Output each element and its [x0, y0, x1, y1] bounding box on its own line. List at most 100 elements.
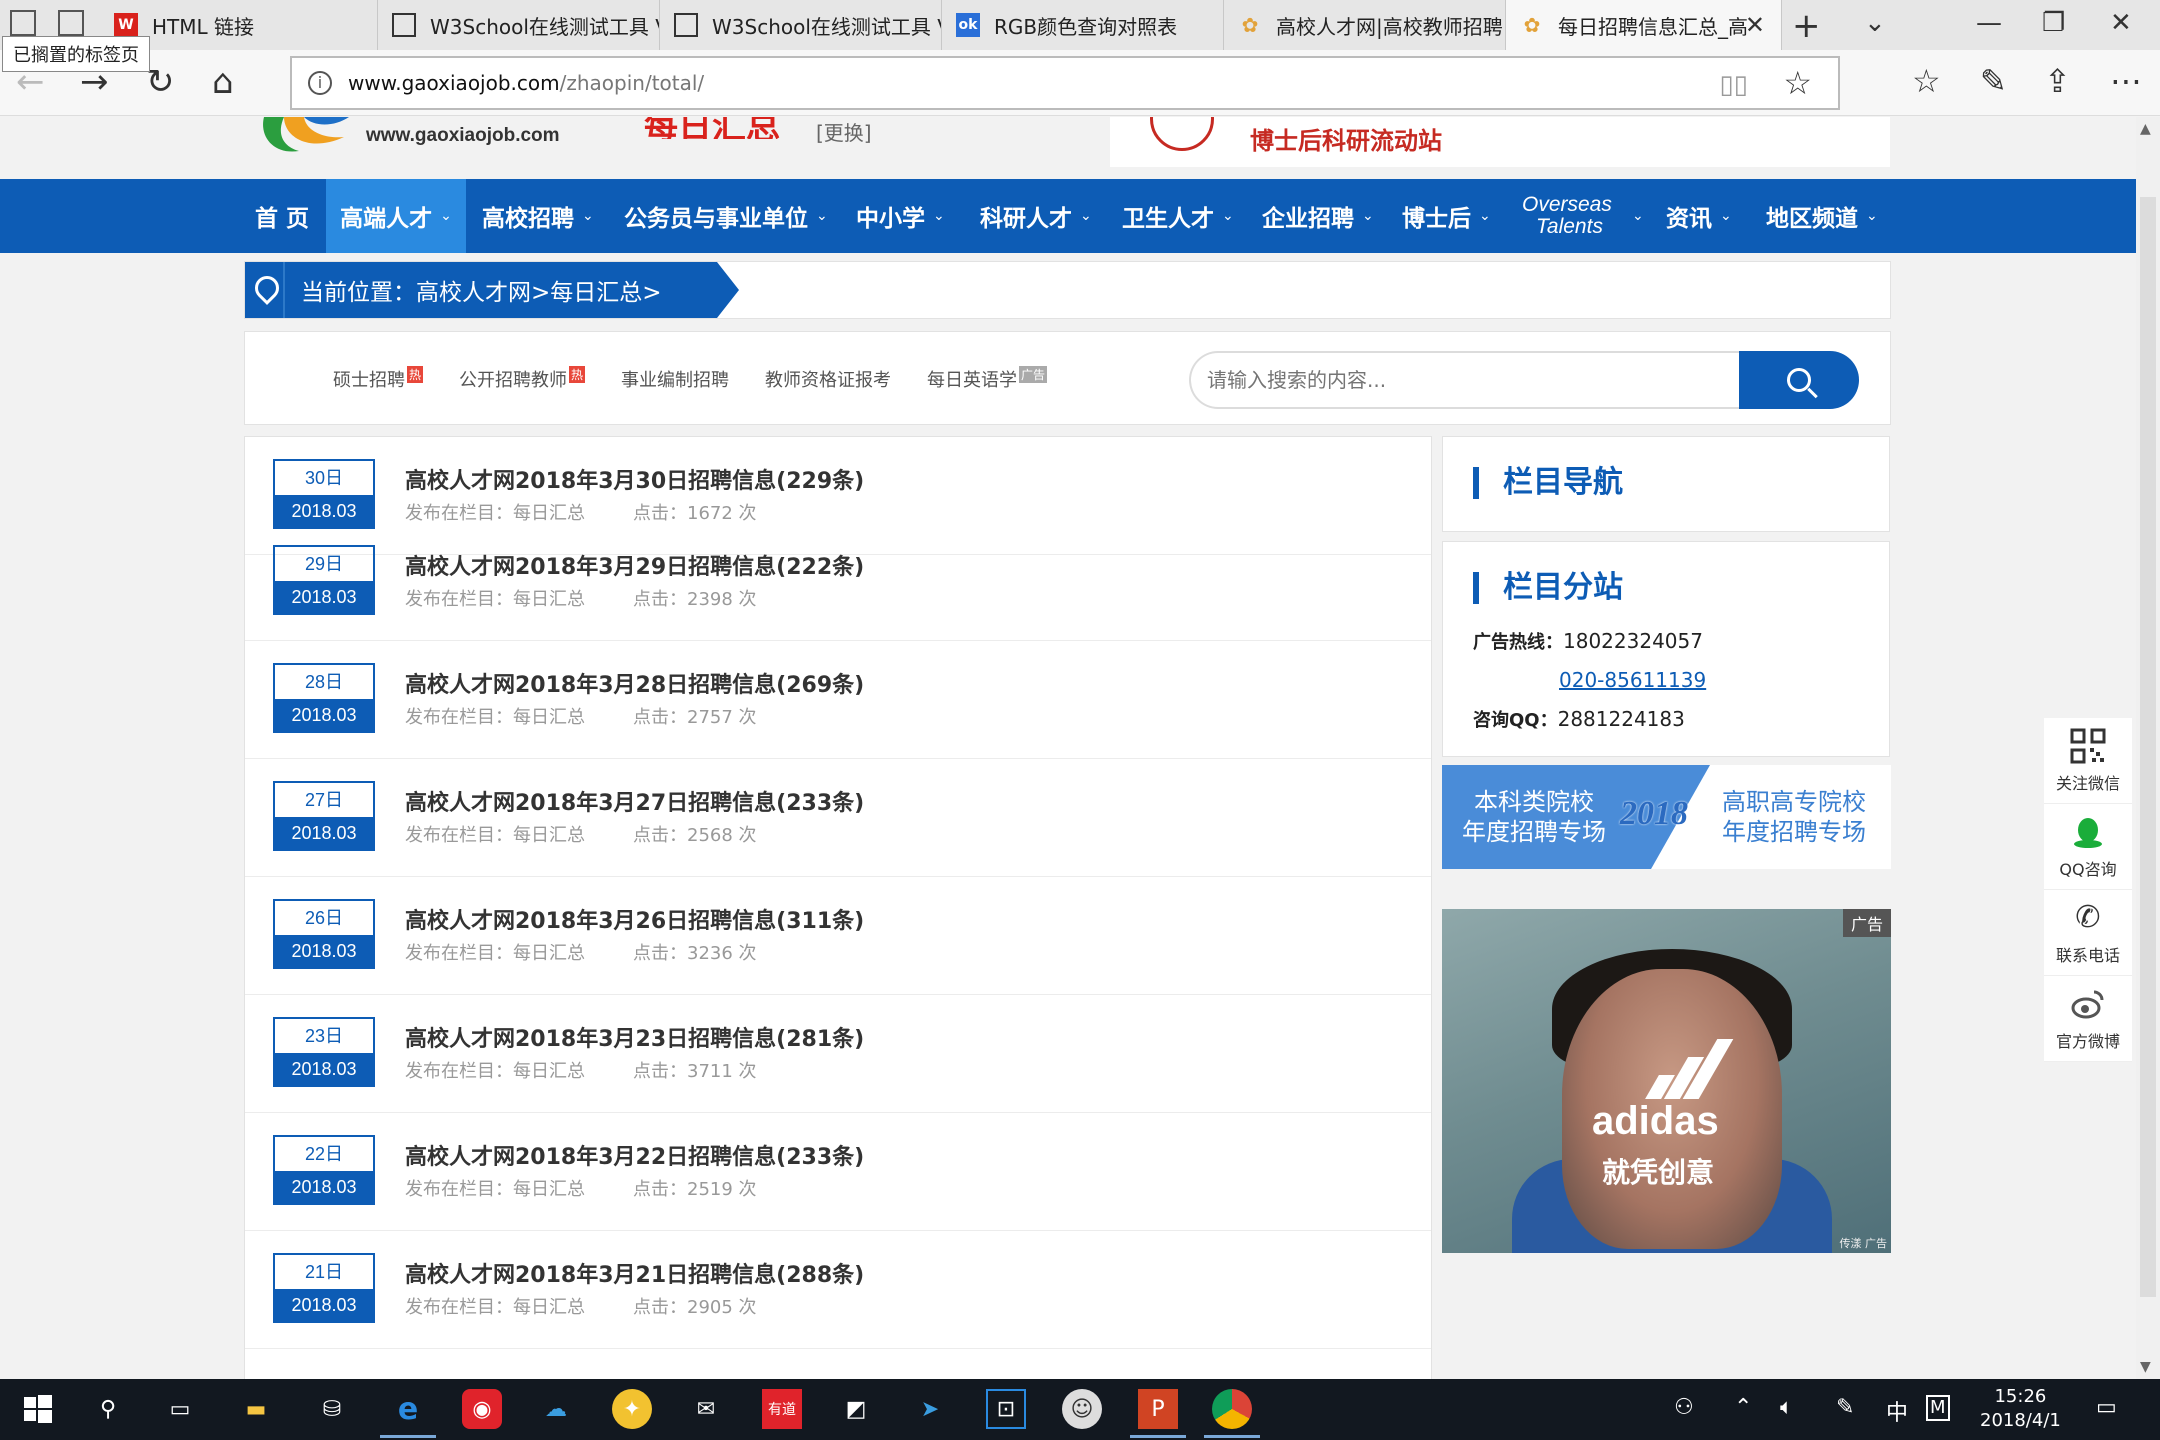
nav-postdoc[interactable]: 博士后 ⌄: [1402, 179, 1491, 253]
recruit-promo-banner[interactable]: 本科类院校 年度招聘专场 2018 高职高专院校 年度招聘专场: [1442, 765, 1891, 869]
list-item[interactable]: 26日 2018.03 高校人才网2018年3月26日招聘信息(311条) 发布在…: [245, 877, 1431, 995]
more-icon[interactable]: ⋯: [2110, 62, 2142, 100]
chrome-icon[interactable]: [1204, 1389, 1260, 1438]
site-logo-icon[interactable]: [254, 117, 354, 157]
qq-consult[interactable]: QQ咨询: [2044, 804, 2132, 890]
tab-w3school-1[interactable]: W3School在线测试工具 V: [378, 0, 660, 50]
info-icon[interactable]: i: [308, 71, 332, 95]
avatar-app-icon[interactable]: ☺: [1062, 1389, 1102, 1429]
quick-link-teachers[interactable]: 公开招聘教师热: [459, 366, 586, 392]
favorites-hub-icon[interactable]: ☆: [1912, 62, 1941, 100]
search-button[interactable]: [1739, 351, 1859, 409]
editor-icon[interactable]: ⊡: [986, 1389, 1026, 1429]
list-item[interactable]: 21日 2018.03 高校人才网2018年3月21日招聘信息(288条) 发布在…: [245, 1231, 1431, 1349]
refresh-icon[interactable]: ↻: [146, 62, 175, 102]
scroll-up-icon[interactable]: ▲: [2140, 121, 2151, 137]
home-icon[interactable]: ⌂: [212, 62, 234, 102]
nav-high-end-talent[interactable]: 高端人才 ⌄: [326, 179, 466, 253]
list-item[interactable]: 23日 2018.03 高校人才网2018年3月23日招聘信息(281条) 发布在…: [245, 995, 1431, 1113]
chevron-down-icon[interactable]: ⌄: [1864, 8, 1886, 38]
notifications-icon[interactable]: ▭: [2096, 1395, 2117, 1420]
file-explorer-icon[interactable]: ▬: [236, 1389, 276, 1429]
close-tab-icon[interactable]: ✕: [1745, 11, 1765, 39]
header-ad-banner[interactable]: 博士后科研流动站: [1110, 117, 1890, 167]
list-item[interactable]: 27日 2018.03 高校人才网2018年3月27日招聘信息(233条) 发布在…: [245, 759, 1431, 877]
quick-link-cert[interactable]: 教师资格证报考: [765, 366, 891, 392]
nav-news[interactable]: 资讯 ⌄: [1666, 179, 1732, 253]
item-title[interactable]: 高校人才网2018年3月26日招聘信息(311条): [405, 903, 864, 935]
item-title[interactable]: 高校人才网2018年3月22日招聘信息(233条): [405, 1139, 864, 1171]
netease-music-icon[interactable]: ◉: [462, 1389, 502, 1429]
address-bar[interactable]: i www.gaoxiaojob.com /zhaopin/total/ ▯▯ …: [290, 56, 1840, 110]
nav-research-talent[interactable]: 科研人才 ⌄: [980, 179, 1092, 253]
new-tab-icon[interactable]: +: [1792, 6, 1821, 46]
nav-overseas[interactable]: Overseas Talents: [1522, 179, 1612, 253]
list-item[interactable]: 22日 2018.03 高校人才网2018年3月22日招聘信息(233条) 发布在…: [245, 1113, 1431, 1231]
store-icon[interactable]: ⛁: [312, 1389, 352, 1429]
search-input[interactable]: [1189, 351, 1739, 409]
nav-overseas-chevron[interactable]: ⌄: [1624, 179, 1644, 253]
nav-civil-service[interactable]: 公务员与事业单位 ⌄: [624, 179, 828, 253]
close-window-icon[interactable]: ✕: [2110, 8, 2132, 38]
official-weibo[interactable]: 官方微博: [2044, 976, 2132, 1062]
people-icon[interactable]: ⚇: [1674, 1395, 1694, 1420]
feedback-icon[interactable]: ➤: [910, 1389, 950, 1429]
breadcrumb-text[interactable]: 当前位置：高校人才网>每日汇总>: [301, 273, 662, 307]
favorite-star-icon[interactable]: ☆: [1783, 64, 1812, 102]
sticky-notes-icon[interactable]: ◩: [836, 1389, 876, 1429]
edge-browser-icon[interactable]: e: [380, 1389, 436, 1438]
ad-hotline-2-link[interactable]: 020-85611139: [1559, 668, 1706, 692]
chevron-up-icon[interactable]: ⌃: [1734, 1395, 1752, 1420]
tab-gaoxiao-home[interactable]: ✿ 高校人才网|高校教师招聘: [1224, 0, 1506, 50]
item-title[interactable]: 高校人才网2018年3月29日招聘信息(222条): [405, 549, 864, 581]
scroll-down-icon[interactable]: ▼: [2140, 1359, 2151, 1375]
item-title[interactable]: 高校人才网2018年3月21日招聘信息(288条): [405, 1257, 864, 1289]
ad-hotline-2[interactable]: 020-85611139: [1559, 668, 1706, 692]
search-icon[interactable]: ⚲: [88, 1389, 128, 1429]
list-item[interactable]: 29日 2018.03 高校人才网2018年3月29日招聘信息(222条) 发布在…: [245, 523, 1431, 641]
youdao-icon[interactable]: 有道: [762, 1389, 802, 1429]
wechat-follow[interactable]: 关注微信: [2044, 718, 2132, 804]
list-item[interactable]: 28日 2018.03 高校人才网2018年3月28日招聘信息(269条) 发布在…: [245, 641, 1431, 759]
powerpoint-icon[interactable]: P: [1130, 1389, 1186, 1438]
item-title[interactable]: 高校人才网2018年3月23日招聘信息(281条): [405, 1021, 864, 1053]
clock[interactable]: 15:26 2018/4/1: [1980, 1385, 2061, 1433]
item-title[interactable]: 高校人才网2018年3月30日招聘信息(229条): [405, 463, 864, 495]
ime-mode[interactable]: M: [1926, 1395, 1950, 1421]
contact-phone[interactable]: ✆ 联系电话: [2044, 890, 2132, 976]
nav-home[interactable]: 首 页: [244, 179, 320, 253]
nav-health-talent[interactable]: 卫生人才 ⌄: [1122, 179, 1234, 253]
nav-enterprise[interactable]: 企业招聘 ⌄: [1262, 179, 1374, 253]
adidas-ad[interactable]: adidas 就凭创意 广告 传漾 广告: [1442, 909, 1891, 1253]
tab-w3school-2[interactable]: W3School在线测试工具 V: [660, 0, 942, 50]
scroll-thumb[interactable]: [2140, 197, 2156, 1297]
item-title[interactable]: 高校人才网2018年3月27日招聘信息(233条): [405, 785, 864, 817]
change-link[interactable]: [更换]: [816, 117, 872, 146]
tab-rgb-table[interactable]: ok RGB颜色查询对照表: [942, 0, 1224, 50]
quick-link-english[interactable]: 每日英语学 广告: [927, 366, 1048, 392]
chevron-down-icon: ⌄: [1632, 208, 1644, 224]
quick-link-staffing[interactable]: 事业编制招聘: [621, 366, 729, 392]
pen-icon[interactable]: ✎: [1836, 1395, 1854, 1420]
reading-view-icon[interactable]: ▯▯: [1719, 70, 1748, 100]
item-title[interactable]: 高校人才网2018年3月28日招聘信息(269条): [405, 667, 864, 699]
vertical-scrollbar[interactable]: ▲ ▼: [2136, 117, 2160, 1379]
mail-icon[interactable]: ✉: [686, 1389, 726, 1429]
web-note-icon[interactable]: ✎: [1980, 62, 2007, 100]
ime-chinese[interactable]: 中: [1886, 1395, 1908, 1427]
tab-daily-summary[interactable]: ✿ 每日招聘信息汇总_高 ✕: [1506, 0, 1782, 50]
task-view-icon[interactable]: ▭: [160, 1389, 200, 1429]
tabs-aside-icon[interactable]: [10, 10, 36, 36]
app-icon[interactable]: ✦: [612, 1389, 652, 1429]
baidu-netdisk-icon[interactable]: ☁: [536, 1389, 576, 1429]
share-icon[interactable]: ⇪: [2044, 62, 2071, 100]
set-aside-tabs-icon[interactable]: [58, 10, 84, 36]
nav-regions[interactable]: 地区频道 ⌄: [1766, 179, 1878, 253]
quick-link-masters[interactable]: 硕士招聘热: [333, 366, 424, 392]
restore-icon[interactable]: ❐: [2042, 8, 2065, 38]
windows-start-icon[interactable]: [18, 1389, 58, 1429]
nav-university-recruit[interactable]: 高校招聘 ⌄: [482, 179, 594, 253]
volume-icon[interactable]: 🔈︎: [1780, 1395, 1793, 1420]
minimize-icon[interactable]: —: [1976, 8, 2002, 38]
nav-k12[interactable]: 中小学 ⌄: [856, 179, 945, 253]
